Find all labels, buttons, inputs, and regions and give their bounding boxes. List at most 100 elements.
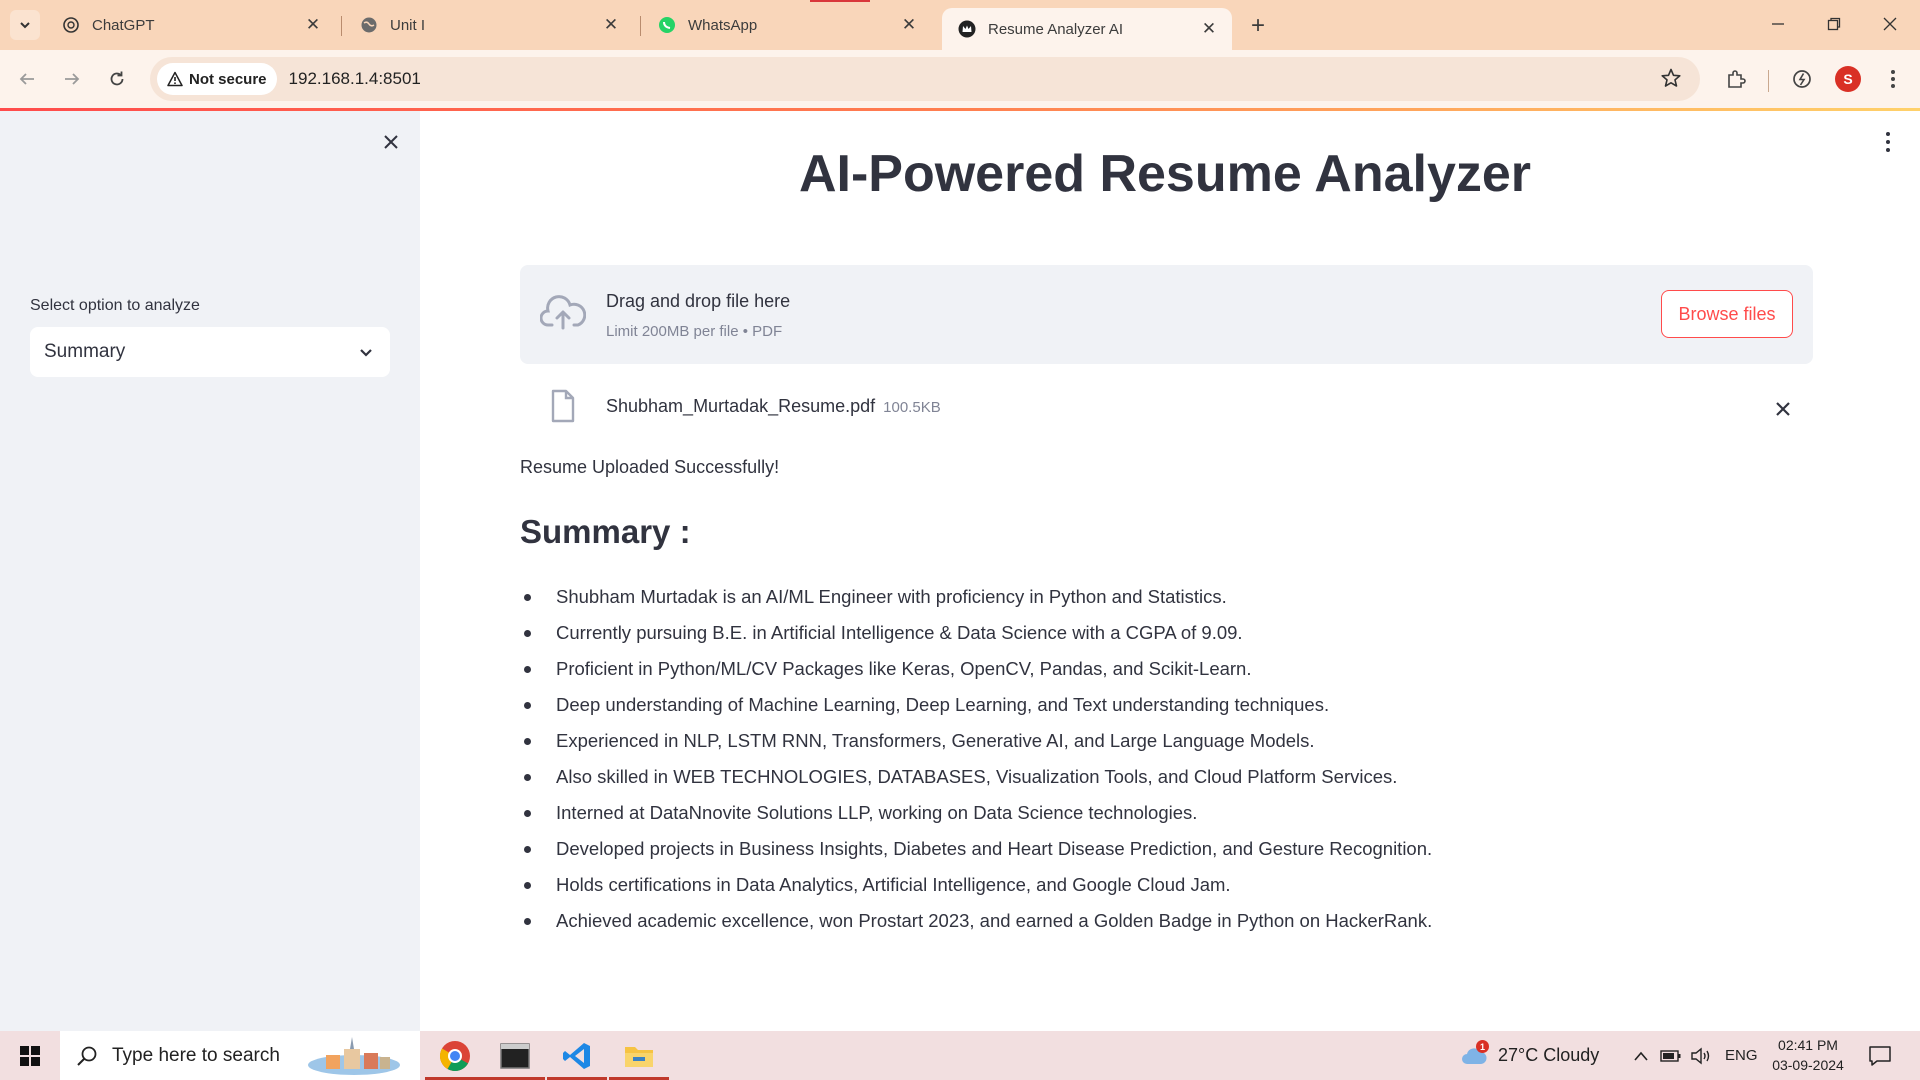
system-clock[interactable]: 02:41 PM 03-09-2024	[1768, 1035, 1848, 1075]
language-indicator[interactable]: ENG	[1725, 1031, 1758, 1080]
taskbar-chrome[interactable]	[425, 1031, 485, 1080]
reload-icon	[110, 71, 124, 86]
file-name-text: Shubham_Murtadak_Resume.pdf	[606, 396, 876, 416]
show-hidden-icons-button[interactable]	[1630, 1045, 1652, 1067]
summary-item: Shubham Murtadak is an AI/ML Engineer wi…	[520, 579, 1820, 615]
sidebar: Select option to analyze Summary	[0, 111, 420, 1031]
clock-time: 02:41 PM	[1778, 1037, 1838, 1053]
remove-file-button[interactable]	[1771, 397, 1795, 421]
whatsapp-icon	[658, 16, 676, 34]
chevron-down-icon	[20, 22, 30, 29]
back-button[interactable]	[12, 64, 42, 94]
tab-title: WhatsApp	[688, 16, 758, 34]
file-icon	[551, 389, 575, 423]
streamlit-crown-icon	[958, 20, 976, 38]
browse-files-button[interactable]: Browse files	[1661, 290, 1793, 338]
tab-unit-i[interactable]: Unit I ✕	[344, 8, 634, 42]
battery-icon[interactable]	[1660, 1045, 1682, 1067]
forward-button[interactable]	[57, 64, 87, 94]
minimize-icon	[1772, 23, 1784, 25]
new-tab-button[interactable]: +	[1244, 12, 1272, 40]
vscode-icon	[563, 1042, 590, 1069]
close-icon[interactable]: ✕	[302, 14, 324, 36]
arrow-left-icon	[19, 73, 34, 85]
summary-item: Developed projects in Business Insights,…	[520, 831, 1820, 867]
weather-text[interactable]: 27°C Cloudy	[1498, 1031, 1599, 1080]
uploaded-file-row: Shubham_Murtadak_Resume.pdf 100.5KB	[520, 381, 1813, 441]
taskbar-file-explorer[interactable]	[609, 1031, 669, 1080]
volume-icon[interactable]	[1690, 1045, 1712, 1067]
terminal-icon	[500, 1042, 530, 1069]
toolbar-divider	[1768, 70, 1769, 92]
extensions-button[interactable]	[1721, 64, 1751, 94]
start-button[interactable]	[0, 1031, 60, 1080]
browser-toolbar: Not secure 192.168.1.4:8501	[0, 50, 1920, 108]
notification-icon	[1869, 1046, 1891, 1066]
tab-audio-indicator	[810, 0, 870, 2]
select-label: Select option to analyze	[30, 297, 200, 314]
minimize-button[interactable]	[1755, 8, 1801, 40]
page-title: AI-Powered Resume Analyzer	[798, 145, 1532, 203]
url-text[interactable]: 192.168.1.4:8501	[289, 69, 421, 89]
summary-item: Interned at DataNnovite Solutions LLP, w…	[520, 795, 1820, 831]
reload-button[interactable]	[102, 64, 132, 94]
tab-resume-analyzer[interactable]: Resume Analyzer AI ✕	[942, 8, 1232, 50]
summary-item: Currently pursuing B.E. in Artificial In…	[520, 615, 1820, 651]
taskbar-terminal[interactable]	[485, 1031, 545, 1080]
performance-button[interactable]	[1787, 64, 1817, 94]
address-bar[interactable]: Not secure 192.168.1.4:8501	[150, 57, 1700, 101]
taskbar-search-box[interactable]: Type here to search	[60, 1031, 420, 1080]
menu-dot	[1886, 132, 1890, 136]
warning-icon	[167, 71, 183, 87]
security-chip[interactable]: Not secure	[157, 63, 277, 95]
summary-heading: Summary :	[520, 513, 691, 550]
summary-item: Deep understanding of Machine Learning, …	[520, 687, 1820, 723]
restore-icon	[1827, 17, 1841, 31]
tab-divider	[341, 16, 342, 36]
tab-chatgpt[interactable]: ChatGPT ✕	[46, 8, 336, 42]
tab-title: Unit I	[390, 16, 426, 34]
summary-item: Holds certifications in Data Analytics, …	[520, 867, 1820, 903]
tab-search-button[interactable]	[10, 10, 40, 40]
profile-avatar[interactable]: S	[1835, 66, 1861, 92]
tab-title: Resume Analyzer AI	[988, 20, 1124, 38]
notifications-button[interactable]	[1867, 1045, 1893, 1067]
close-icon[interactable]: ✕	[1198, 18, 1220, 40]
chevron-up-icon	[1634, 1051, 1648, 1061]
select-value: Summary	[44, 341, 126, 362]
close-icon	[384, 135, 398, 149]
folder-icon	[625, 1046, 653, 1067]
search-placeholder: Type here to search	[112, 1044, 280, 1066]
file-size: 100.5KB	[883, 399, 941, 416]
browser-menu-button[interactable]	[1878, 64, 1908, 94]
star-icon	[1661, 68, 1681, 87]
dropzone-limit: Limit 200MB per file • PDF	[606, 323, 783, 340]
chevron-down-icon	[360, 349, 372, 357]
close-icon	[1776, 402, 1790, 416]
tab-title: ChatGPT	[92, 16, 155, 34]
tab-whatsapp[interactable]: WhatsApp ✕	[642, 8, 932, 42]
file-name: Shubham_Murtadak_Resume.pdf 100.5KB	[606, 396, 941, 417]
summary-item: Proficient in Python/ML/CV Packages like…	[520, 651, 1820, 687]
dropzone-title: Drag and drop file here	[606, 291, 791, 311]
security-label: Not secure	[189, 70, 267, 88]
tab-divider	[640, 16, 641, 36]
close-icon[interactable]: ✕	[898, 14, 920, 36]
bookmark-button[interactable]	[1660, 67, 1682, 94]
analysis-option-select[interactable]: Summary	[30, 327, 390, 377]
restore-button[interactable]	[1811, 8, 1857, 40]
summary-item: Achieved academic excellence, won Prosta…	[520, 903, 1820, 939]
summary-item: Also skilled in WEB TECHNOLOGIES, DATABA…	[520, 759, 1820, 795]
cloud-upload-icon	[540, 295, 586, 330]
file-dropzone[interactable]: Drag and drop file here Limit 200MB per …	[520, 265, 1813, 364]
sidebar-close-button[interactable]	[378, 129, 404, 155]
windows-logo-icon	[20, 1045, 40, 1066]
close-icon[interactable]: ✕	[600, 14, 622, 36]
globe-icon	[360, 16, 378, 34]
summary-item: Experienced in NLP, LSTM RNN, Transforme…	[520, 723, 1820, 759]
main-content: AI-Powered Resume Analyzer Drag and drop…	[420, 111, 1920, 1031]
taskbar-vscode[interactable]	[547, 1031, 607, 1080]
chrome-icon	[439, 1040, 470, 1071]
chatgpt-icon	[62, 16, 80, 34]
close-window-button[interactable]	[1867, 8, 1913, 40]
